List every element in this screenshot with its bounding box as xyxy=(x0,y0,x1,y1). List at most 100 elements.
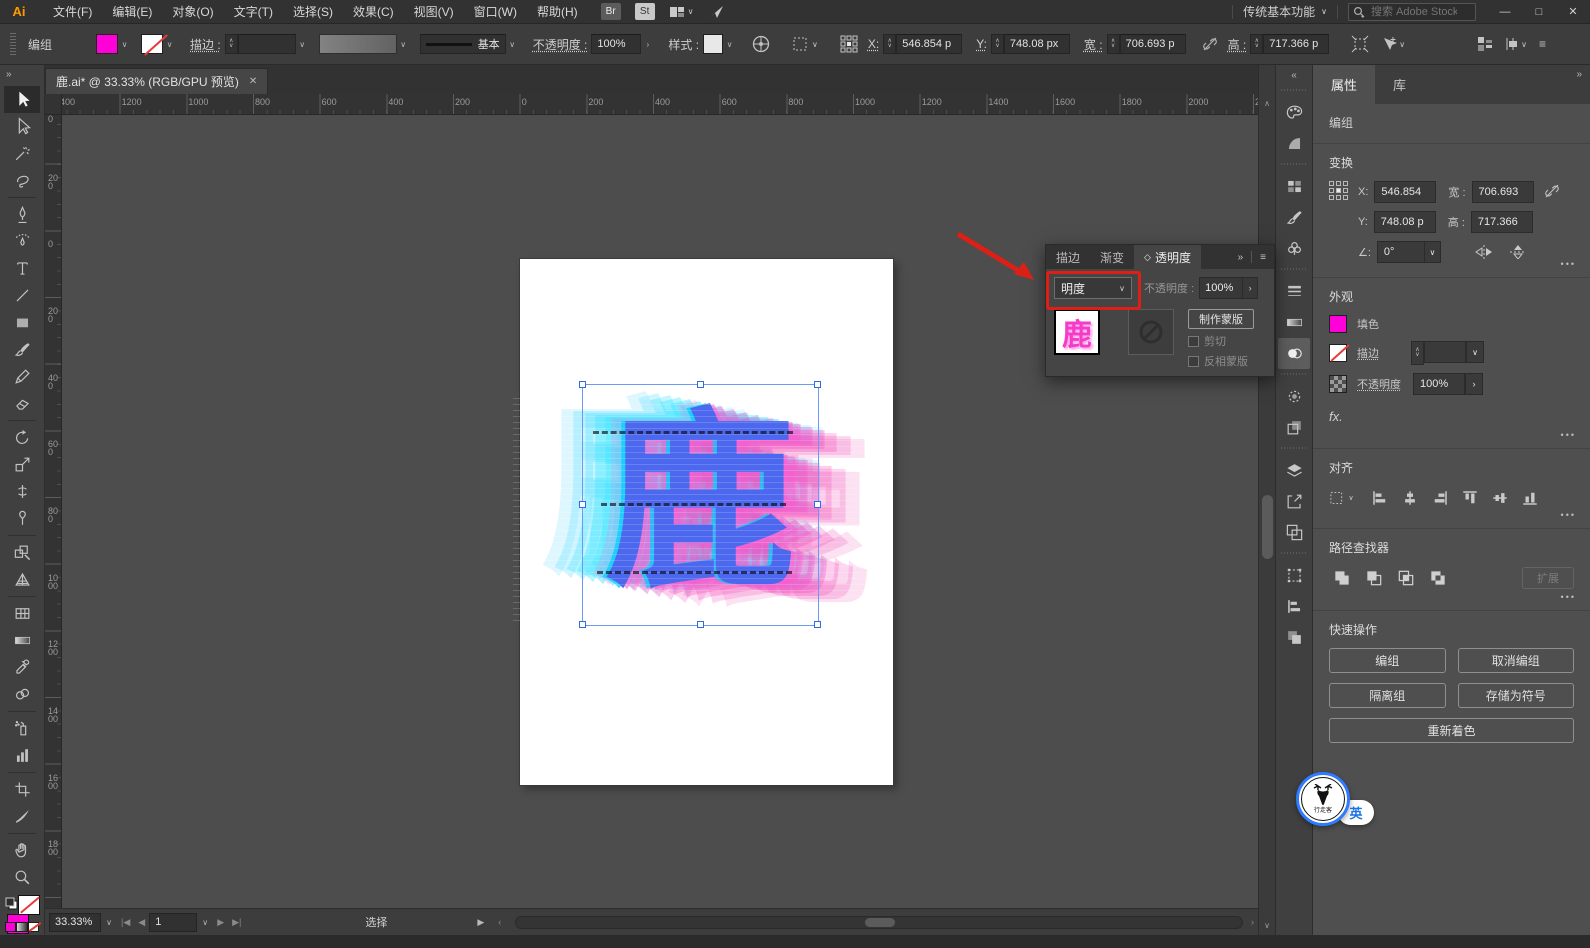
next-artboard-icon[interactable]: ▶ xyxy=(217,917,224,928)
quick-action-button-2[interactable]: 隔离组 xyxy=(1329,683,1446,708)
stock-search-box[interactable] xyxy=(1348,2,1476,21)
direct-selection-tool[interactable] xyxy=(4,113,40,140)
type-tool[interactable] xyxy=(4,255,40,282)
selection-handle[interactable] xyxy=(814,501,821,508)
rotate-angle-field[interactable]: 0° xyxy=(1376,241,1425,263)
align-to-selection-dropdown[interactable]: ∨ xyxy=(1329,486,1355,510)
pen-tool[interactable] xyxy=(4,201,40,228)
scroll-right-icon[interactable]: › xyxy=(1251,917,1254,927)
vertical-align-bottom-button[interactable] xyxy=(1517,486,1543,510)
y-label[interactable]: Y: xyxy=(976,37,987,51)
pathfinder-more-options[interactable]: ••• xyxy=(1561,592,1576,602)
pathfinder-intersect-button[interactable] xyxy=(1393,566,1419,590)
stroke-weight-stepper[interactable]: ∧ ∨ xyxy=(224,34,238,54)
ruler-origin-corner[interactable] xyxy=(45,94,62,115)
stroke-color-swatch[interactable] xyxy=(1329,344,1347,362)
selection-handle[interactable] xyxy=(579,501,586,508)
opacity-field[interactable]: 100% xyxy=(591,34,642,54)
height-label[interactable]: 高 : xyxy=(1228,36,1247,53)
asset-export-panel-icon[interactable] xyxy=(1278,486,1310,517)
selection-handle[interactable] xyxy=(814,381,821,388)
selection-tool[interactable] xyxy=(4,86,40,113)
artboards-panel-icon[interactable] xyxy=(1278,517,1310,548)
gradient-button[interactable] xyxy=(16,922,28,932)
distribute-dropdown-icon[interactable]: ∨ xyxy=(1505,36,1527,52)
graphic-styles-panel-icon[interactable] xyxy=(1278,412,1310,443)
height-field[interactable]: 717.366 p xyxy=(1263,34,1330,54)
scroll-left-icon[interactable]: ‹ xyxy=(498,917,501,927)
flip-vertical-icon[interactable] xyxy=(1509,245,1527,259)
clip-checkbox[interactable]: 剪切 xyxy=(1188,333,1254,349)
rotate-tool[interactable] xyxy=(4,424,40,451)
transparency-panel-icon[interactable] xyxy=(1278,338,1310,369)
first-artboard-icon[interactable]: |◀ xyxy=(121,917,130,928)
magic-wand-tool[interactable] xyxy=(4,140,40,167)
align-panel-icon[interactable] xyxy=(1477,36,1493,52)
puppet-warp-tool[interactable] xyxy=(4,505,40,532)
reference-point-locator[interactable] xyxy=(1329,181,1348,263)
stroke-weight-label[interactable]: 描边 : xyxy=(190,36,221,53)
select-similar-dropdown[interactable]: ∨ xyxy=(792,35,818,53)
quick-action-button-1[interactable]: 取消编组 xyxy=(1457,648,1574,673)
stroke-label[interactable]: 描边 xyxy=(1357,345,1379,361)
transform-more-options[interactable]: ••• xyxy=(1561,259,1576,269)
flip-horizontal-icon[interactable] xyxy=(1475,245,1493,259)
constrain-proportions-icon[interactable] xyxy=(1202,36,1218,52)
shaper-tool[interactable] xyxy=(4,363,40,390)
transform-panel-icon[interactable] xyxy=(1278,560,1310,591)
stroke-weight-field[interactable] xyxy=(1424,341,1466,363)
status-play-icon[interactable]: ▶ xyxy=(477,917,484,928)
reference-point-grid[interactable] xyxy=(840,35,858,53)
tab-close-icon[interactable]: ✕ xyxy=(249,76,257,87)
stroke-weight-field[interactable] xyxy=(237,34,296,54)
height-stepper[interactable]: ∧ ∨ xyxy=(1250,34,1264,54)
selection-handle[interactable] xyxy=(579,381,586,388)
scale-tool[interactable] xyxy=(4,451,40,478)
artboard-number-field[interactable]: 1 xyxy=(149,912,198,932)
y-field[interactable]: 748.08 px xyxy=(1003,34,1070,54)
column-graph-tool[interactable] xyxy=(4,742,40,769)
width-field[interactable]: 706.693 p xyxy=(1119,34,1186,54)
default-fill-stroke-icon[interactable] xyxy=(5,897,18,910)
fill-color-swatch[interactable] xyxy=(1329,315,1347,333)
opacity-label[interactable]: 不透明度 : xyxy=(533,36,588,53)
hand-tool[interactable] xyxy=(4,837,40,864)
opacity-label[interactable]: 不透明度 xyxy=(1357,376,1401,392)
stroke-weight-stepper[interactable]: ∧ ∨ xyxy=(1411,341,1424,365)
appearance-panel-icon[interactable] xyxy=(1278,381,1310,412)
height-field[interactable]: 717.366 xyxy=(1470,211,1533,233)
panel-menu-icon[interactable]: ≡ xyxy=(1260,252,1266,263)
tp-tab-0[interactable]: 描边 xyxy=(1046,245,1090,269)
scroll-down-icon[interactable]: ∨ xyxy=(1259,917,1275,933)
horizontal-scrollbar[interactable] xyxy=(515,915,1243,929)
strip-collapse-icon[interactable]: « xyxy=(1291,65,1297,85)
tp-opacity-field[interactable]: 100% xyxy=(1199,277,1244,299)
selection-handle[interactable] xyxy=(696,621,704,628)
quick-action-button-3[interactable]: 存储为符号 xyxy=(1457,683,1574,708)
x-field[interactable]: 546.854 xyxy=(1374,181,1437,203)
curvature-tool[interactable] xyxy=(4,228,40,255)
tp-tab-1[interactable]: 渐变 xyxy=(1090,245,1134,269)
color-button[interactable] xyxy=(5,922,17,932)
style-chevron-icon[interactable]: ∨ xyxy=(723,34,736,54)
zoom-chevron-icon[interactable]: ∨ xyxy=(101,918,117,927)
menu-item-7[interactable]: 窗口(W) xyxy=(465,0,526,23)
x-label[interactable]: X: xyxy=(868,37,879,51)
horizontal-align-left-button[interactable] xyxy=(1367,486,1393,510)
menu-item-1[interactable]: 编辑(E) xyxy=(103,0,161,23)
paintbrush-tool[interactable] xyxy=(4,336,40,363)
vertical-scroll-thumb[interactable] xyxy=(1262,495,1273,559)
layers-panel-icon[interactable] xyxy=(1278,455,1310,486)
menu-item-8[interactable]: 帮助(H) xyxy=(528,0,587,23)
quick-action-button-0[interactable]: 编组 xyxy=(1329,648,1446,673)
recolor-artwork-icon[interactable] xyxy=(752,35,770,53)
stroke-swatch[interactable] xyxy=(18,895,40,915)
color-guide-panel-icon[interactable] xyxy=(1278,128,1310,159)
x-stepper[interactable]: ∧ ∨ xyxy=(883,34,897,54)
menu-item-5[interactable]: 效果(C) xyxy=(344,0,403,23)
fx-button[interactable]: fx. xyxy=(1329,409,1343,424)
y-field[interactable]: 748.08 p xyxy=(1373,211,1436,233)
vertical-scrollbar[interactable]: ∧ ∨ xyxy=(1258,65,1275,935)
artboard-tool[interactable] xyxy=(4,776,40,803)
fill-color-swatch[interactable] xyxy=(96,34,119,54)
